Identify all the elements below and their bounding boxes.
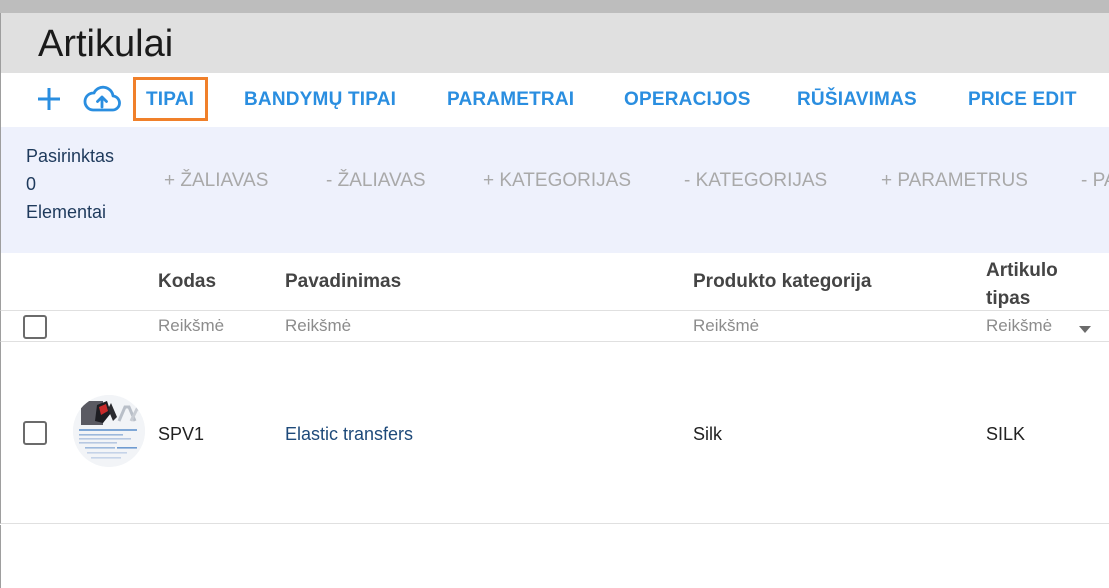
table-header: Kodas Pavadinimas Produkto kategorija Ar…	[0, 253, 1109, 311]
table-row[interactable]: SPV1 Elastic transfers Silk SILK	[0, 342, 1109, 524]
tab-price-edit[interactable]: PRICE EDIT	[968, 89, 1077, 111]
selection-count: 0	[26, 174, 37, 194]
add-parameters-button[interactable]: + PARAMETRUS	[881, 170, 1028, 192]
column-header-artikulo-tipas[interactable]: Artikulo tipas	[986, 257, 1058, 313]
column-header-produkto-kategorija[interactable]: Produkto kategorija	[693, 271, 871, 293]
tab-bandymu-tipai[interactable]: BANDYMŲ TIPAI	[244, 89, 396, 111]
cell-code: SPV1	[158, 424, 205, 444]
column-header-label-line: tipas	[986, 288, 1031, 309]
page-header: Artikulai	[0, 13, 1109, 73]
remove-parameters-button[interactable]: - PA	[1081, 170, 1109, 192]
cell-category: Silk	[693, 424, 723, 444]
select-all-checkbox[interactable]	[23, 315, 47, 339]
filter-input-kodas[interactable]: Reikšmė	[158, 316, 224, 336]
page-title: Artikulai	[38, 23, 174, 65]
table-empty-area	[0, 525, 1109, 588]
column-header-pavadinimas[interactable]: Pavadinimas	[285, 271, 401, 293]
dropdown-arrow-icon[interactable]	[1078, 321, 1092, 339]
cloud-upload-icon[interactable]	[83, 84, 121, 114]
filter-input-produkto-kategorija[interactable]: Reikšmė	[693, 316, 759, 336]
tab-tipai[interactable]: TIPAI	[146, 89, 194, 111]
remove-categories-button[interactable]: - KATEGORIJAS	[684, 170, 827, 192]
cell-name-link[interactable]: Elastic transfers	[285, 424, 413, 445]
selection-info: Pasirinktas 0 Elementai	[26, 142, 114, 226]
add-materials-button[interactable]: + ŽALIAVAS	[164, 170, 268, 192]
remove-materials-button[interactable]: - ŽALIAVAS	[326, 170, 426, 192]
filter-input-pavadinimas[interactable]: Reikšmė	[285, 316, 351, 336]
product-thumbnail[interactable]	[73, 395, 145, 467]
add-categories-button[interactable]: + KATEGORIJAS	[483, 170, 631, 192]
selection-bar: Pasirinktas 0 Elementai + ŽALIAVAS - ŽAL…	[0, 127, 1109, 253]
window-top-strip	[0, 0, 1109, 13]
column-header-label-line: Artikulo	[986, 260, 1058, 281]
tab-operacijos[interactable]: OPERACIJOS	[624, 89, 751, 111]
tab-rusiavimas[interactable]: RŪŠIAVIMAS	[797, 89, 917, 111]
tab-parametrai[interactable]: PARAMETRAI	[447, 89, 574, 111]
plus-icon[interactable]	[34, 84, 64, 114]
filter-select-artikulo-tipas[interactable]: Reikšmė	[986, 316, 1052, 336]
row-checkbox[interactable]	[23, 421, 47, 445]
selection-label-top: Pasirinktas	[26, 146, 115, 166]
toolbar: TIPAI BANDYMŲ TIPAI PARAMETRAI OPERACIJO…	[0, 73, 1109, 127]
column-header-kodas[interactable]: Kodas	[158, 271, 216, 293]
filter-row: Reikšmė Reikšmė Reikšmė Reikšmė	[0, 310, 1109, 342]
selection-label-bottom: Elementai	[26, 202, 107, 222]
cell-type: SILK	[986, 424, 1026, 444]
